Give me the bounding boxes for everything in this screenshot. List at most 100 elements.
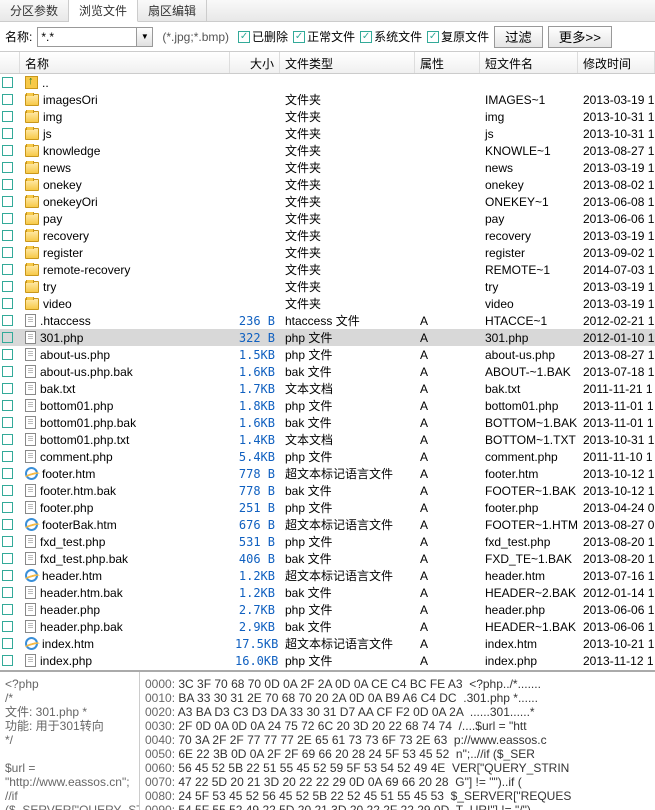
tab-sector-edit[interactable]: 扇区编辑: [138, 0, 207, 21]
row-checkbox[interactable]: [2, 315, 13, 326]
row-checkbox[interactable]: [2, 247, 13, 258]
row-checkbox[interactable]: [2, 383, 13, 394]
table-row[interactable]: header.php2.7KBphp 文件Aheader.php2013-06-…: [0, 601, 655, 618]
table-row[interactable]: js文件夹js2013-10-31 1: [0, 125, 655, 142]
row-checkbox[interactable]: [2, 111, 13, 122]
row-checkbox[interactable]: [2, 349, 13, 360]
file-mtime: 2012-01-14 1: [578, 586, 655, 600]
table-row[interactable]: onekey文件夹onekey2013-08-02 1: [0, 176, 655, 193]
row-checkbox[interactable]: [2, 638, 13, 649]
file-shortname: about-us.php: [480, 348, 578, 362]
check-normal[interactable]: ✓正常文件: [293, 28, 355, 45]
file-rows[interactable]: ..imagesOri文件夹IMAGES~12013-03-19 1img文件夹…: [0, 74, 655, 668]
row-checkbox[interactable]: [2, 128, 13, 139]
row-checkbox[interactable]: [2, 298, 13, 309]
file-mtime: 2013-08-27 1: [578, 144, 655, 158]
table-row[interactable]: remote-recovery文件夹REMOTE~12014-07-03 1: [0, 261, 655, 278]
row-checkbox[interactable]: [2, 621, 13, 632]
row-checkbox[interactable]: [2, 213, 13, 224]
table-row[interactable]: about-us.php1.5KBphp 文件Aabout-us.php2013…: [0, 346, 655, 363]
file-shortname: HTACCE~1: [480, 314, 578, 328]
table-row[interactable]: ..: [0, 74, 655, 91]
filter-input[interactable]: [37, 27, 137, 47]
file-size: 1.8KB: [230, 399, 280, 413]
col-check[interactable]: [0, 52, 20, 73]
row-checkbox[interactable]: [2, 145, 13, 156]
file-size: 1.5KB: [230, 348, 280, 362]
row-checkbox[interactable]: [2, 77, 13, 88]
row-checkbox[interactable]: [2, 587, 13, 598]
table-row[interactable]: video文件夹video2013-03-19 1: [0, 295, 655, 312]
table-row[interactable]: header.htm.bak1.2KBbak 文件AHEADER~2.BAK20…: [0, 584, 655, 601]
table-row[interactable]: fxd_test.php.bak406 Bbak 文件AFXD_TE~1.BAK…: [0, 550, 655, 567]
check-system[interactable]: ✓系统文件: [360, 28, 422, 45]
row-checkbox[interactable]: [2, 179, 13, 190]
table-row[interactable]: knowledge文件夹KNOWLE~12013-08-27 1: [0, 142, 655, 159]
table-row[interactable]: fxd_test.php531 Bphp 文件Afxd_test.php2013…: [0, 533, 655, 550]
table-row[interactable]: bottom01.php.txt1.4KB文本文档ABOTTOM~1.TXT20…: [0, 431, 655, 448]
row-checkbox[interactable]: [2, 196, 13, 207]
row-checkbox[interactable]: [2, 485, 13, 496]
row-checkbox[interactable]: [2, 468, 13, 479]
col-mtime[interactable]: 修改时间: [578, 52, 655, 73]
table-row[interactable]: about-us.php.bak1.6KBbak 文件AABOUT-~1.BAK…: [0, 363, 655, 380]
table-row[interactable]: 301.php322 Bphp 文件A301.php2012-01-10 1: [0, 329, 655, 346]
row-checkbox[interactable]: [2, 94, 13, 105]
row-checkbox[interactable]: [2, 434, 13, 445]
check-deleted[interactable]: ✓已删除: [238, 28, 288, 45]
more-button[interactable]: 更多>>: [548, 26, 612, 48]
table-row[interactable]: header.php.bak2.9KBbak 文件AHEADER~1.BAK20…: [0, 618, 655, 635]
row-checkbox[interactable]: [2, 570, 13, 581]
col-shortname[interactable]: 短文件名: [480, 52, 578, 73]
table-row[interactable]: bottom01.php1.8KBphp 文件Abottom01.php2013…: [0, 397, 655, 414]
row-checkbox[interactable]: [2, 366, 13, 377]
filter-button[interactable]: 过滤: [494, 26, 543, 48]
row-checkbox[interactable]: [2, 162, 13, 173]
table-row[interactable]: news文件夹news2013-03-19 1: [0, 159, 655, 176]
file-type: 文件夹: [280, 108, 415, 125]
table-row[interactable]: try文件夹try2013-03-19 1: [0, 278, 655, 295]
row-checkbox[interactable]: [2, 655, 13, 666]
row-checkbox[interactable]: [2, 400, 13, 411]
filter-dropdown[interactable]: ▼: [137, 27, 153, 47]
row-checkbox[interactable]: [2, 502, 13, 513]
table-row[interactable]: onekeyOri文件夹ONEKEY~12013-06-08 1: [0, 193, 655, 210]
tab-browse-files[interactable]: 浏览文件: [69, 0, 138, 22]
table-row[interactable]: bak.txt1.7KB文本文档Abak.txt2011-11-21 1: [0, 380, 655, 397]
row-checkbox[interactable]: [2, 451, 13, 462]
table-row[interactable]: comment.php5.4KBphp 文件Acomment.php2011-1…: [0, 448, 655, 465]
hex-preview[interactable]: 0000: 3C 3F 70 68 70 0D 0A 2F 2A 0D 0A C…: [140, 672, 655, 810]
row-checkbox[interactable]: [2, 417, 13, 428]
check-recover[interactable]: ✓复原文件: [427, 28, 489, 45]
row-checkbox[interactable]: [2, 264, 13, 275]
row-checkbox[interactable]: [2, 604, 13, 615]
table-row[interactable]: bottom01.php.bak1.6KBbak 文件ABOTTOM~1.BAK…: [0, 414, 655, 431]
table-row[interactable]: footer.php251 Bphp 文件Afooter.php2013-04-…: [0, 499, 655, 516]
table-row[interactable]: header.htm1.2KB超文本标记语言文件Aheader.htm2013-…: [0, 567, 655, 584]
col-attr[interactable]: 属性: [415, 52, 480, 73]
table-row[interactable]: imagesOri文件夹IMAGES~12013-03-19 1: [0, 91, 655, 108]
col-type[interactable]: 文件类型: [280, 52, 415, 73]
row-checkbox[interactable]: [2, 536, 13, 547]
table-row[interactable]: index.php16.0KBphp 文件Aindex.php2013-11-1…: [0, 652, 655, 668]
text-preview[interactable]: <?php /* 文件: 301.php * 功能: 用于301转向 */ $u…: [0, 672, 140, 810]
table-row[interactable]: img文件夹img2013-10-31 1: [0, 108, 655, 125]
tab-partition-params[interactable]: 分区参数: [0, 0, 69, 21]
row-checkbox[interactable]: [2, 332, 13, 343]
row-checkbox[interactable]: [2, 281, 13, 292]
table-row[interactable]: register文件夹register2013-09-02 1: [0, 244, 655, 261]
hex-line: 0050: 6E 22 3B 0D 0A 2F 2F 69 66 20 28 2…: [145, 747, 650, 761]
table-row[interactable]: .htaccess236 Bhtaccess 文件AHTACCE~12012-0…: [0, 312, 655, 329]
table-row[interactable]: pay文件夹pay2013-06-06 1: [0, 210, 655, 227]
table-row[interactable]: footerBak.htm676 B超文本标记语言文件AFOOTER~1.HTM…: [0, 516, 655, 533]
col-name[interactable]: 名称: [20, 52, 230, 73]
preview-pane: <?php /* 文件: 301.php * 功能: 用于301转向 */ $u…: [0, 670, 655, 810]
table-row[interactable]: recovery文件夹recovery2013-03-19 1: [0, 227, 655, 244]
row-checkbox[interactable]: [2, 519, 13, 530]
table-row[interactable]: index.htm17.5KB超文本标记语言文件Aindex.htm2013-1…: [0, 635, 655, 652]
table-row[interactable]: footer.htm.bak778 Bbak 文件AFOOTER~1.BAK20…: [0, 482, 655, 499]
table-row[interactable]: footer.htm778 B超文本标记语言文件Afooter.htm2013-…: [0, 465, 655, 482]
row-checkbox[interactable]: [2, 230, 13, 241]
row-checkbox[interactable]: [2, 553, 13, 564]
col-size[interactable]: 大小: [230, 52, 280, 73]
